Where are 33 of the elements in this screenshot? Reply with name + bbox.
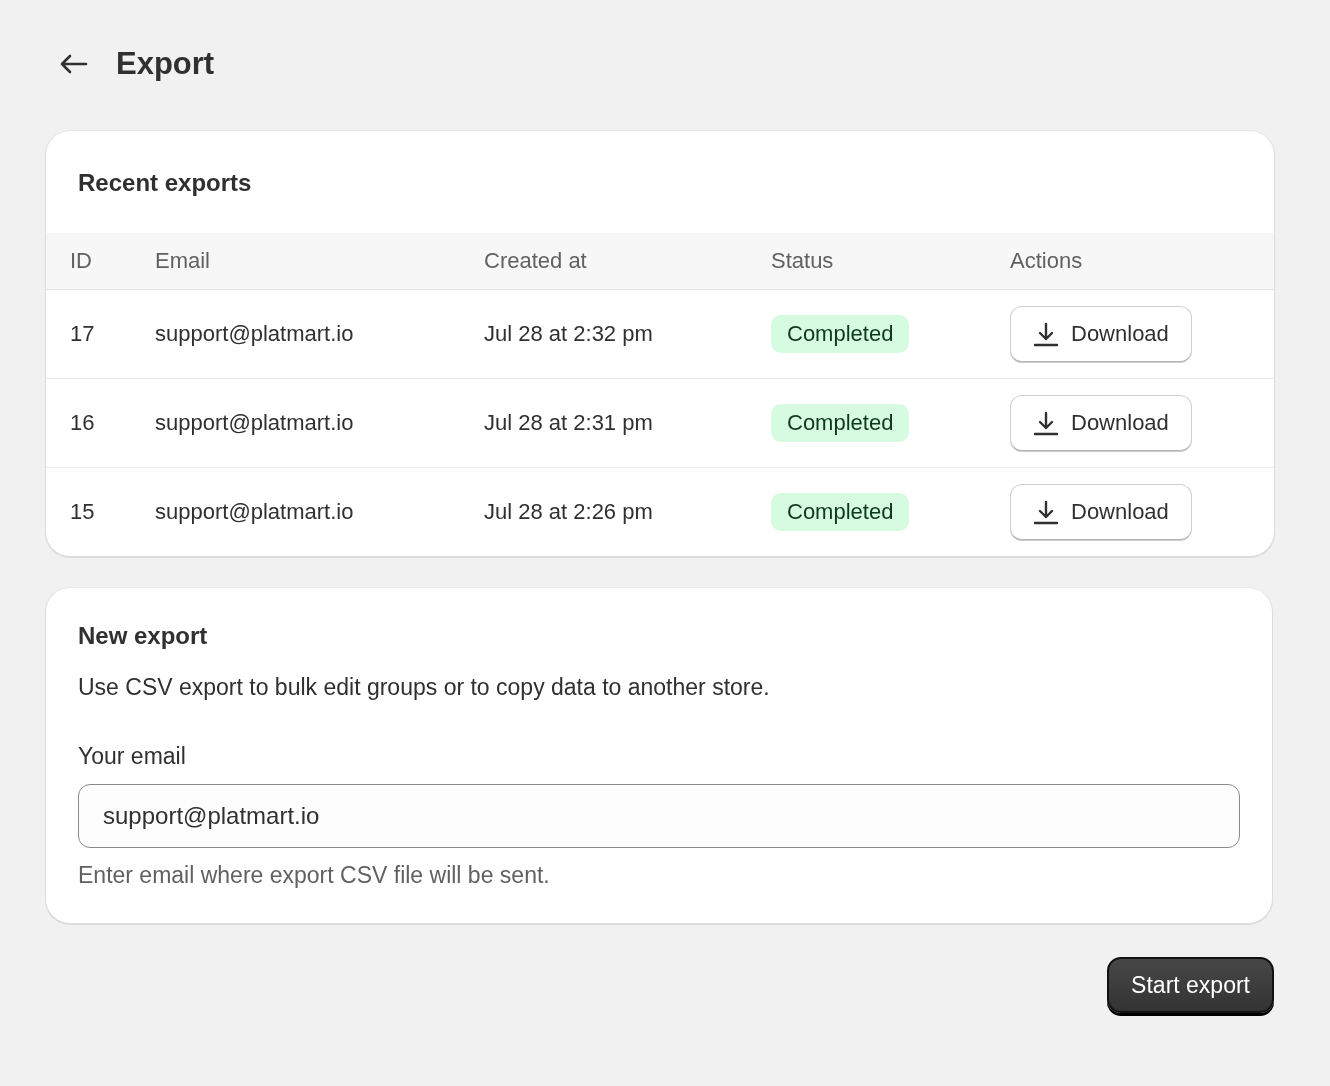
table-cell-text: support@platmart.io [155,410,355,436]
download-button[interactable]: Download [1010,484,1192,540]
table-cell-text: 15 [70,499,96,525]
page-title: Export [116,46,215,82]
download-button[interactable]: Download [1010,395,1192,451]
download-icon [1033,410,1059,436]
download-button[interactable]: Download [1010,306,1192,362]
column-header: Actions [1010,248,1084,274]
back-arrow-icon [58,53,88,75]
field-label: Your email [78,743,187,770]
help-text: Enter email where export CSV file will be sent. [78,862,551,889]
card-title: Recent exports [77,168,253,198]
table-cell-text: support@platmart.io [155,499,355,525]
status-badge: Completed [771,315,910,353]
column-header: ID [70,248,93,274]
table-cell-text: Jul 28 at 2:26 pm [484,499,654,525]
status-badge: Completed [771,404,910,442]
download-icon [1033,321,1059,347]
table-cell-text: support@platmart.io [155,321,355,347]
download-icon [1033,499,1059,525]
table-cell-text: Jul 28 at 2:32 pm [484,321,654,347]
column-header: Created at [484,248,588,274]
table-cell-text: 16 [70,410,96,436]
column-header: Email [155,248,211,274]
table-cell-text: Jul 28 at 2:31 pm [484,410,654,436]
table-cell-text: 17 [70,321,96,347]
email-input-field[interactable]: support@platmart.io [78,784,1240,848]
start-export-button[interactable]: Start export [1107,957,1274,1013]
status-badge: Completed [771,493,910,531]
back-button[interactable] [58,53,88,75]
card-title: New export [78,622,209,650]
description-text: Use CSV export to bulk edit groups or to copy data to another store. [78,674,771,701]
column-header: Status [771,248,835,274]
